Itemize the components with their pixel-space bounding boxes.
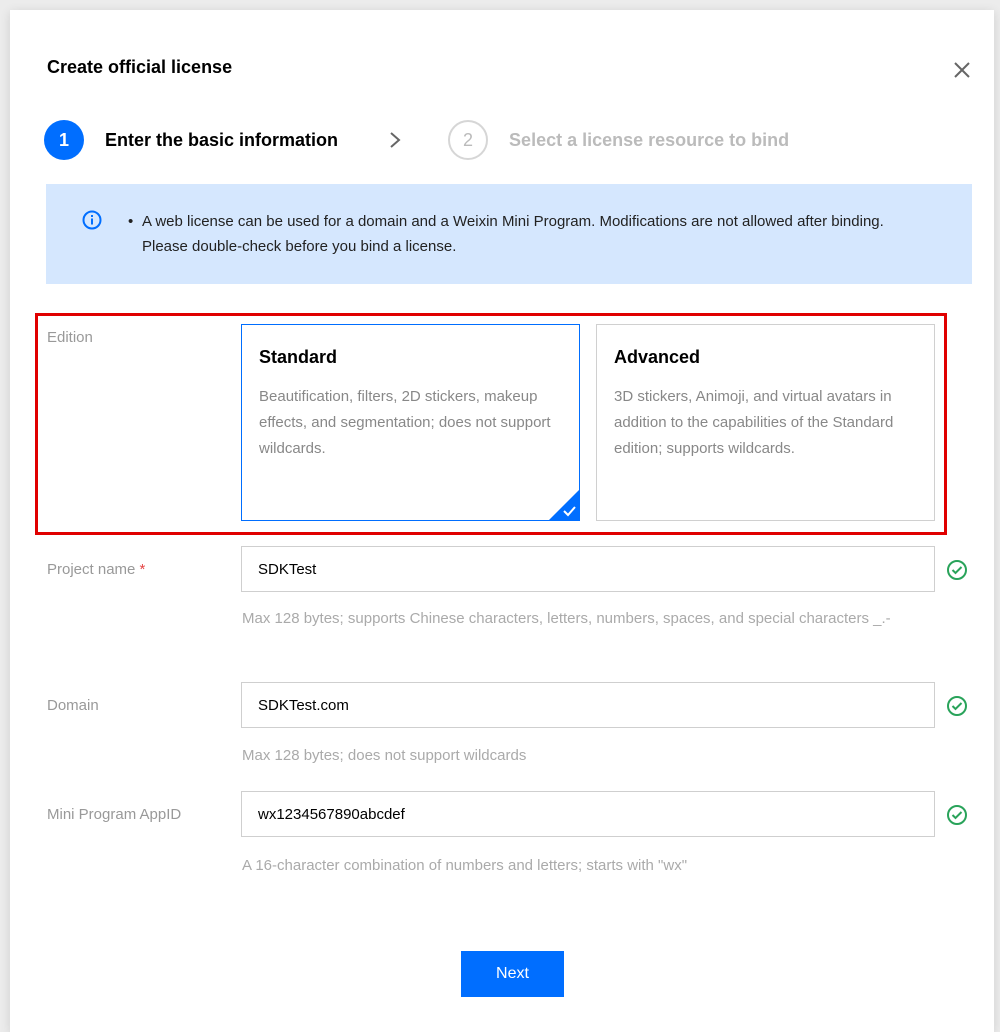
edition-card-description: 3D stickers, Animoji, and virtual avatar…	[614, 388, 894, 457]
appid-input[interactable]	[241, 791, 935, 837]
domain-hint: Max 128 bytes; does not support wildcard…	[242, 747, 527, 764]
notice-text: • A web license can be used for a domain…	[128, 209, 928, 259]
notice-bullet: •	[128, 213, 134, 230]
step-1-label: Enter the basic information	[105, 129, 339, 150]
edition-card-title: Standard	[259, 347, 338, 367]
step-2-label: Select a license resource to bind	[509, 129, 790, 150]
edition-card-description: Beautification, filters, 2D stickers, ma…	[259, 388, 551, 457]
required-mark: *	[139, 561, 146, 578]
edition-card-standard[interactable]: Standard Beautification, filters, 2D sti…	[241, 324, 580, 521]
appid-label: Mini Program AppID	[47, 806, 182, 823]
project-name-hint: Max 128 bytes; supports Chinese characte…	[242, 610, 891, 627]
next-button[interactable]: Next	[461, 951, 564, 997]
step-2-number: 2	[448, 120, 489, 160]
appid-hint: A 16-character combination of numbers an…	[242, 857, 688, 874]
project-name-label: Project name *	[47, 561, 146, 578]
chevron-right-icon	[390, 132, 401, 148]
step-1-number: 1	[44, 120, 84, 160]
selected-check-icon	[549, 490, 579, 520]
check-circle-icon	[947, 560, 967, 580]
edition-label: Edition	[47, 329, 93, 346]
check-circle-icon	[947, 696, 967, 716]
edition-card-title: Advanced	[614, 347, 701, 367]
edition-card-advanced[interactable]: Advanced 3D stickers, Animoji, and virtu…	[596, 324, 935, 521]
notice-message: A web license can be used for a domain a…	[142, 213, 884, 255]
domain-label: Domain	[47, 697, 99, 714]
domain-input[interactable]	[241, 682, 935, 728]
info-icon	[82, 210, 102, 230]
dialog-title: Create official license	[47, 57, 233, 77]
info-notice: • A web license can be used for a domain…	[46, 184, 972, 284]
project-name-input[interactable]	[241, 546, 935, 592]
close-icon[interactable]	[950, 58, 974, 82]
check-circle-icon	[947, 805, 967, 825]
create-license-dialog: Create official license 1 Enter the basi…	[10, 10, 994, 1032]
step-indicator: 1 Enter the basic information 2 Select a…	[44, 120, 789, 160]
